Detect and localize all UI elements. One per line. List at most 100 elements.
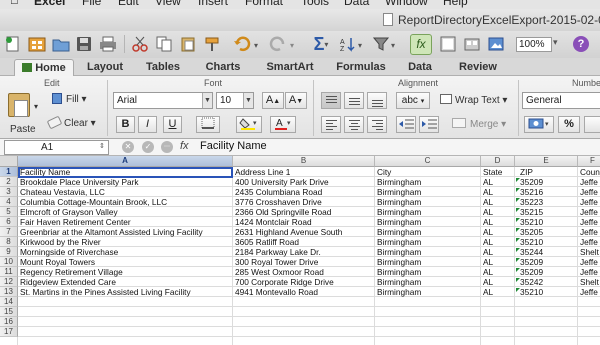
formula-input[interactable]: Facility Name — [200, 140, 267, 152]
font-color-button[interactable]: A ▾ — [270, 116, 296, 133]
column-header-e[interactable]: E — [515, 156, 578, 167]
menu-help[interactable]: Help — [443, 0, 468, 8]
active-cell-cursor[interactable] — [18, 167, 233, 178]
namebox-stepper-icon[interactable]: ⇕ — [99, 142, 105, 150]
table-cell[interactable]: Birmingham — [375, 187, 481, 197]
table-cell[interactable]: 35210 — [515, 287, 578, 297]
shrink-font-button[interactable]: A▼ — [285, 92, 307, 109]
autosum-icon[interactable]: Σ ▾ — [308, 33, 334, 55]
zoom-field[interactable]: 100% — [516, 37, 552, 52]
copy-icon[interactable] — [153, 33, 175, 55]
table-cell[interactable]: 35205 — [515, 227, 578, 237]
align-top-button[interactable] — [321, 92, 341, 109]
function-wizard-icon[interactable]: ⋯ — [161, 141, 173, 153]
table-cell[interactable]: Shelt — [578, 247, 600, 257]
tab-layout[interactable]: Layout — [82, 59, 128, 76]
row-header[interactable]: 7 — [0, 227, 18, 237]
row-header[interactable]: 17 — [0, 327, 18, 337]
table-cell[interactable]: Birmingham — [375, 267, 481, 277]
row-header[interactable]: 6 — [0, 217, 18, 227]
error-indicator-icon[interactable] — [516, 188, 520, 192]
insert-function-button[interactable]: fx — [410, 34, 432, 55]
column-header-b[interactable]: B — [233, 156, 375, 167]
open-icon[interactable] — [50, 33, 72, 55]
table-cell[interactable]: 35244 — [515, 247, 578, 257]
new-icon[interactable] — [2, 33, 24, 55]
table-cell[interactable]: Birmingham — [375, 257, 481, 267]
table-cell[interactable]: Jeffe — [578, 217, 600, 227]
table-cell[interactable]: AL — [481, 197, 515, 207]
table-cell[interactable]: 35242 — [515, 277, 578, 287]
menu-insert[interactable]: Insert — [198, 0, 228, 8]
column-header-f[interactable]: F — [578, 156, 600, 167]
table-cell[interactable]: 35223 — [515, 197, 578, 207]
table-cell[interactable]: Greenbriar at the Altamont Assisted Livi… — [18, 227, 233, 237]
table-cell[interactable]: AL — [481, 287, 515, 297]
fill-color-button[interactable]: ▾ — [236, 116, 262, 133]
table-cell[interactable]: 300 Royal Tower Drive — [233, 257, 375, 267]
table-cell[interactable]: Birmingham — [375, 177, 481, 187]
table-cell[interactable]: AL — [481, 257, 515, 267]
table-cell[interactable]: Birmingham — [375, 217, 481, 227]
table-cell[interactable]: Kirkwood by the River — [18, 237, 233, 247]
table-cell[interactable]: Fair Haven Retirement Center — [18, 217, 233, 227]
cut-icon[interactable] — [129, 33, 151, 55]
error-indicator-icon[interactable] — [516, 208, 520, 212]
table-cell[interactable]: 35209 — [515, 257, 578, 267]
table-cell[interactable]: Jeffe — [578, 187, 600, 197]
borders-button[interactable] — [196, 116, 220, 133]
tab-formulas[interactable]: Formulas — [330, 59, 392, 76]
row-header[interactable]: 5 — [0, 207, 18, 217]
row-header[interactable]: 2 — [0, 177, 18, 187]
table-cell[interactable]: AL — [481, 277, 515, 287]
table-cell[interactable]: AL — [481, 237, 515, 247]
menu-excel[interactable]: Excel — [34, 0, 65, 8]
currency-format-button[interactable]: ▾ — [524, 116, 554, 133]
decrease-indent-button[interactable] — [396, 116, 416, 133]
table-cell[interactable]: 35209 — [515, 177, 578, 187]
table-cell[interactable]: Jeffe — [578, 267, 600, 277]
table-cell[interactable]: Birmingham — [375, 207, 481, 217]
table-cell[interactable]: 35216 — [515, 187, 578, 197]
table-cell[interactable]: Coun — [578, 167, 600, 177]
error-indicator-icon[interactable] — [516, 198, 520, 202]
align-right-button[interactable] — [367, 116, 387, 133]
table-cell[interactable]: 1424 Montclair Road — [233, 217, 375, 227]
row-header[interactable]: 14 — [0, 297, 18, 307]
table-cell[interactable]: 35210 — [515, 217, 578, 227]
table-cell[interactable]: State — [481, 167, 515, 177]
percent-format-button[interactable]: % — [558, 116, 580, 133]
table-cell[interactable]: Brookdale Place University Park — [18, 177, 233, 187]
table-cell[interactable]: 400 University Park Drive — [233, 177, 375, 187]
row-header[interactable]: 9 — [0, 247, 18, 257]
sort-icon[interactable]: A Z ▾ — [338, 33, 366, 55]
cancel-icon[interactable]: ✕ — [122, 141, 134, 153]
row-header[interactable]: 1 — [0, 167, 18, 177]
table-cell[interactable]: Elmcroft of Grayson Valley — [18, 207, 233, 217]
error-indicator-icon[interactable] — [516, 258, 520, 262]
tab-tables[interactable]: Tables — [140, 59, 186, 76]
align-bottom-button[interactable] — [367, 92, 387, 109]
table-cell[interactable]: 35210 — [515, 237, 578, 247]
bold-button[interactable]: B — [116, 116, 135, 133]
table-cell[interactable]: Mount Royal Towers — [18, 257, 233, 267]
menu-edit[interactable]: Edit — [118, 0, 139, 8]
filter-icon[interactable]: ▾ — [372, 33, 400, 55]
fx-icon[interactable]: fx — [180, 140, 189, 152]
table-cell[interactable]: Birmingham — [375, 277, 481, 287]
row-header[interactable]: 11 — [0, 267, 18, 277]
menu-file[interactable]: File — [82, 0, 101, 8]
table-cell[interactable]: Shelt — [578, 277, 600, 287]
table-cell[interactable]: Morningside of Riverchase — [18, 247, 233, 257]
clear-button[interactable]: Clear ▾ — [46, 115, 96, 130]
error-indicator-icon[interactable] — [516, 288, 520, 292]
error-indicator-icon[interactable] — [516, 178, 520, 182]
table-cell[interactable]: Birmingham — [375, 197, 481, 207]
confirm-icon[interactable]: ✓ — [142, 141, 154, 153]
table-cell[interactable]: Columbia Cottage-Mountain Brook, LLC — [18, 197, 233, 207]
paste-icon[interactable] — [8, 93, 30, 117]
menu-window[interactable]: Window — [385, 0, 428, 8]
underline-button[interactable]: U — [163, 116, 182, 133]
row-header[interactable]: 12 — [0, 277, 18, 287]
table-cell[interactable]: 2631 Highland Avenue South — [233, 227, 375, 237]
